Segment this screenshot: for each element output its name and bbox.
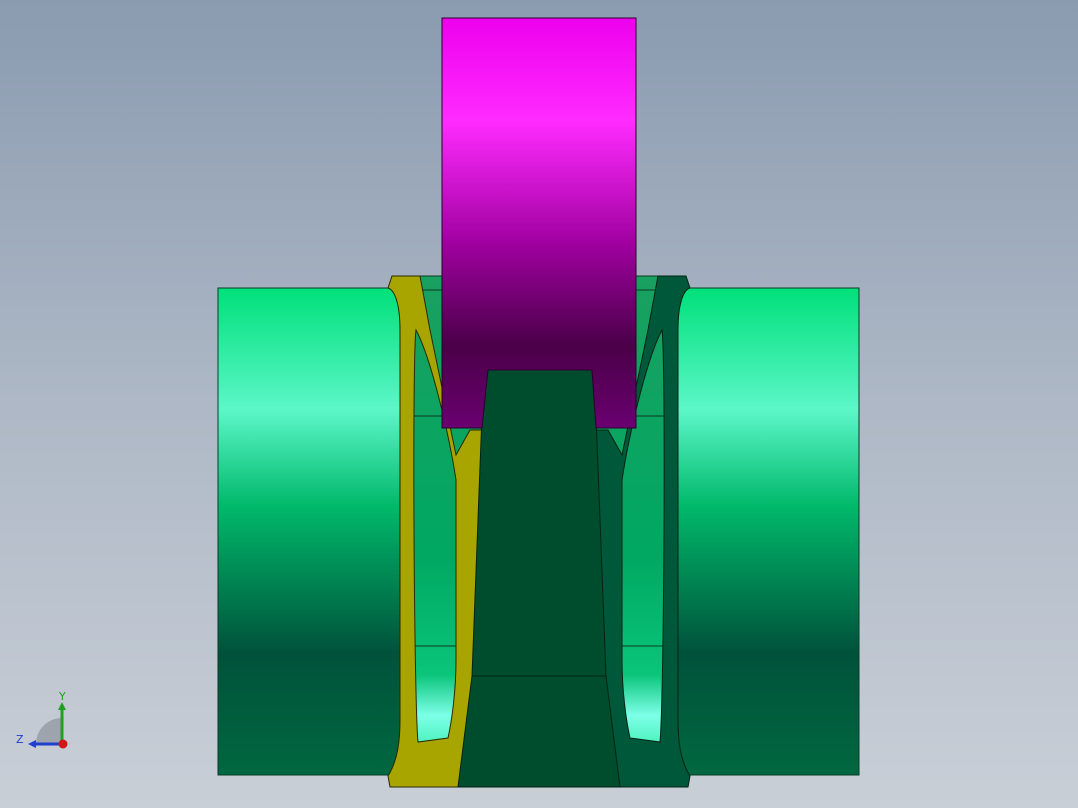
shaft-block[interactable] xyxy=(441,17,637,429)
triad-z-label: Z xyxy=(16,733,24,746)
triad-y-label: Y xyxy=(58,690,66,703)
axis-triad-icon: Y Z xyxy=(16,690,68,749)
graphics-viewport[interactable]: Y Z xyxy=(0,0,1078,808)
right-cylinder[interactable] xyxy=(671,287,860,776)
center-hub[interactable] xyxy=(457,369,621,788)
left-cylinder[interactable] xyxy=(217,287,407,776)
cad-model-view[interactable] xyxy=(0,0,1078,808)
